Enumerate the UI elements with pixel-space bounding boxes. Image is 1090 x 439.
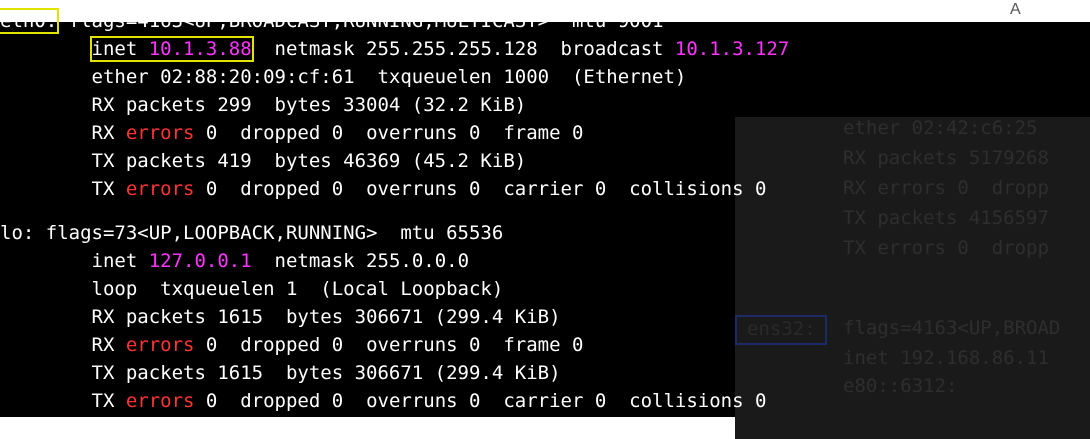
ghost-line: ether 02:42:c6:25 (843, 117, 1038, 139)
lo-tx-errors-word: errors (125, 390, 195, 412)
ghost-line: e80::6312: (843, 375, 958, 397)
ghost-interface-name: ens32: (747, 318, 816, 340)
eth0-interface-name: eth0: (0, 8, 60, 34)
eth0-tx-errors-word: errors (125, 178, 195, 200)
background-terminal: ether 02:42:c6:25 RX packets 5179268 RX … (735, 117, 1090, 439)
ghost-interface-box: ens32: (735, 315, 827, 345)
eth0-inet-label: inet (91, 38, 149, 60)
ghost-line: TX packets 4156597 (843, 207, 1049, 229)
lo-loop-line: loop txqueuelen 1 (Local Loopback) (0, 278, 504, 300)
eth0-flags: flags=4163<UP,BROADCAST,RUNNING,MULTICAS… (57, 10, 664, 32)
eth0-rx-prefix: RX (0, 122, 126, 144)
eth0-ether-line: ether 02:88:20:09:cf:61 txqueuelen 1000 … (0, 66, 687, 88)
eth0-rx-errors-word: errors (125, 122, 195, 144)
eth0-header-line: eth0: flags=4163<UP,BROADCAST,RUNNING,MU… (0, 8, 664, 34)
lo-tx-packets-line: TX packets 1615 bytes 306671 (299.4 KiB) (0, 362, 561, 384)
lo-header-line: lo: flags=73<UP,LOOPBACK,RUNNING> mtu 65… (0, 222, 504, 244)
lo-tx-errors-values: 0 dropped 0 overruns 0 carrier 0 collisi… (194, 390, 767, 412)
eth0-inet-ip: 10.1.3.88 (148, 38, 252, 60)
lo-rx-errors-values: 0 dropped 0 overruns 0 frame 0 (194, 334, 584, 356)
ghost-line: inet 192.168.86.11 (843, 347, 1049, 369)
eth0-rx-errors-line: RX errors 0 dropped 0 overruns 0 frame 0 (0, 122, 584, 144)
ghost-line: RX packets 5179268 (843, 147, 1049, 169)
lo-inet-label: inet (0, 250, 149, 272)
lo-inet-ip: 127.0.0.1 (148, 250, 252, 272)
eth0-netmask: netmask 255.255.255.128 broadcast (251, 38, 675, 60)
toolbar-glyph: A (1010, 1, 1021, 18)
ghost-line: flags=4163<UP,BROAD (843, 317, 1061, 339)
lo-tx-errors-line: TX errors 0 dropped 0 overruns 0 carrier… (0, 390, 767, 412)
eth0-tx-errors-line: TX errors 0 dropped 0 overruns 0 carrier… (0, 178, 767, 200)
eth0-inet-box: inet 10.1.3.88 (89, 36, 254, 62)
eth0-tx-packets-line: TX packets 419 bytes 46369 (45.2 KiB) (0, 150, 527, 172)
eth0-rx-packets-line: RX packets 299 bytes 33004 (32.2 KiB) (0, 94, 527, 116)
lo-inet-line: inet 127.0.0.1 netmask 255.0.0.0 (0, 250, 470, 272)
eth0-rx-errors-values: 0 dropped 0 overruns 0 frame 0 (194, 122, 584, 144)
eth0-broadcast-ip: 10.1.3.127 (674, 38, 790, 60)
terminal-window[interactable]: ether 02:42:c6:25 RX packets 5179268 RX … (0, 8, 1090, 439)
eth0-tx-errors-values: 0 dropped 0 overruns 0 carrier 0 collisi… (194, 178, 767, 200)
eth0-tx-prefix: TX (0, 178, 126, 200)
lo-rx-errors-line: RX errors 0 dropped 0 overruns 0 frame 0 (0, 334, 584, 356)
ghost-line: RX errors 0 dropp (843, 177, 1049, 199)
lo-rx-errors-word: errors (125, 334, 195, 356)
lo-tx-prefix: TX (0, 390, 126, 412)
lo-rx-packets-line: RX packets 1615 bytes 306671 (299.4 KiB) (0, 306, 561, 328)
lo-netmask: netmask 255.0.0.0 (251, 250, 470, 272)
eth0-inet-line: inet 10.1.3.88 netmask 255.255.255.128 b… (0, 36, 790, 62)
lo-rx-prefix: RX (0, 334, 126, 356)
ghost-line: TX errors 0 dropp (843, 237, 1049, 259)
